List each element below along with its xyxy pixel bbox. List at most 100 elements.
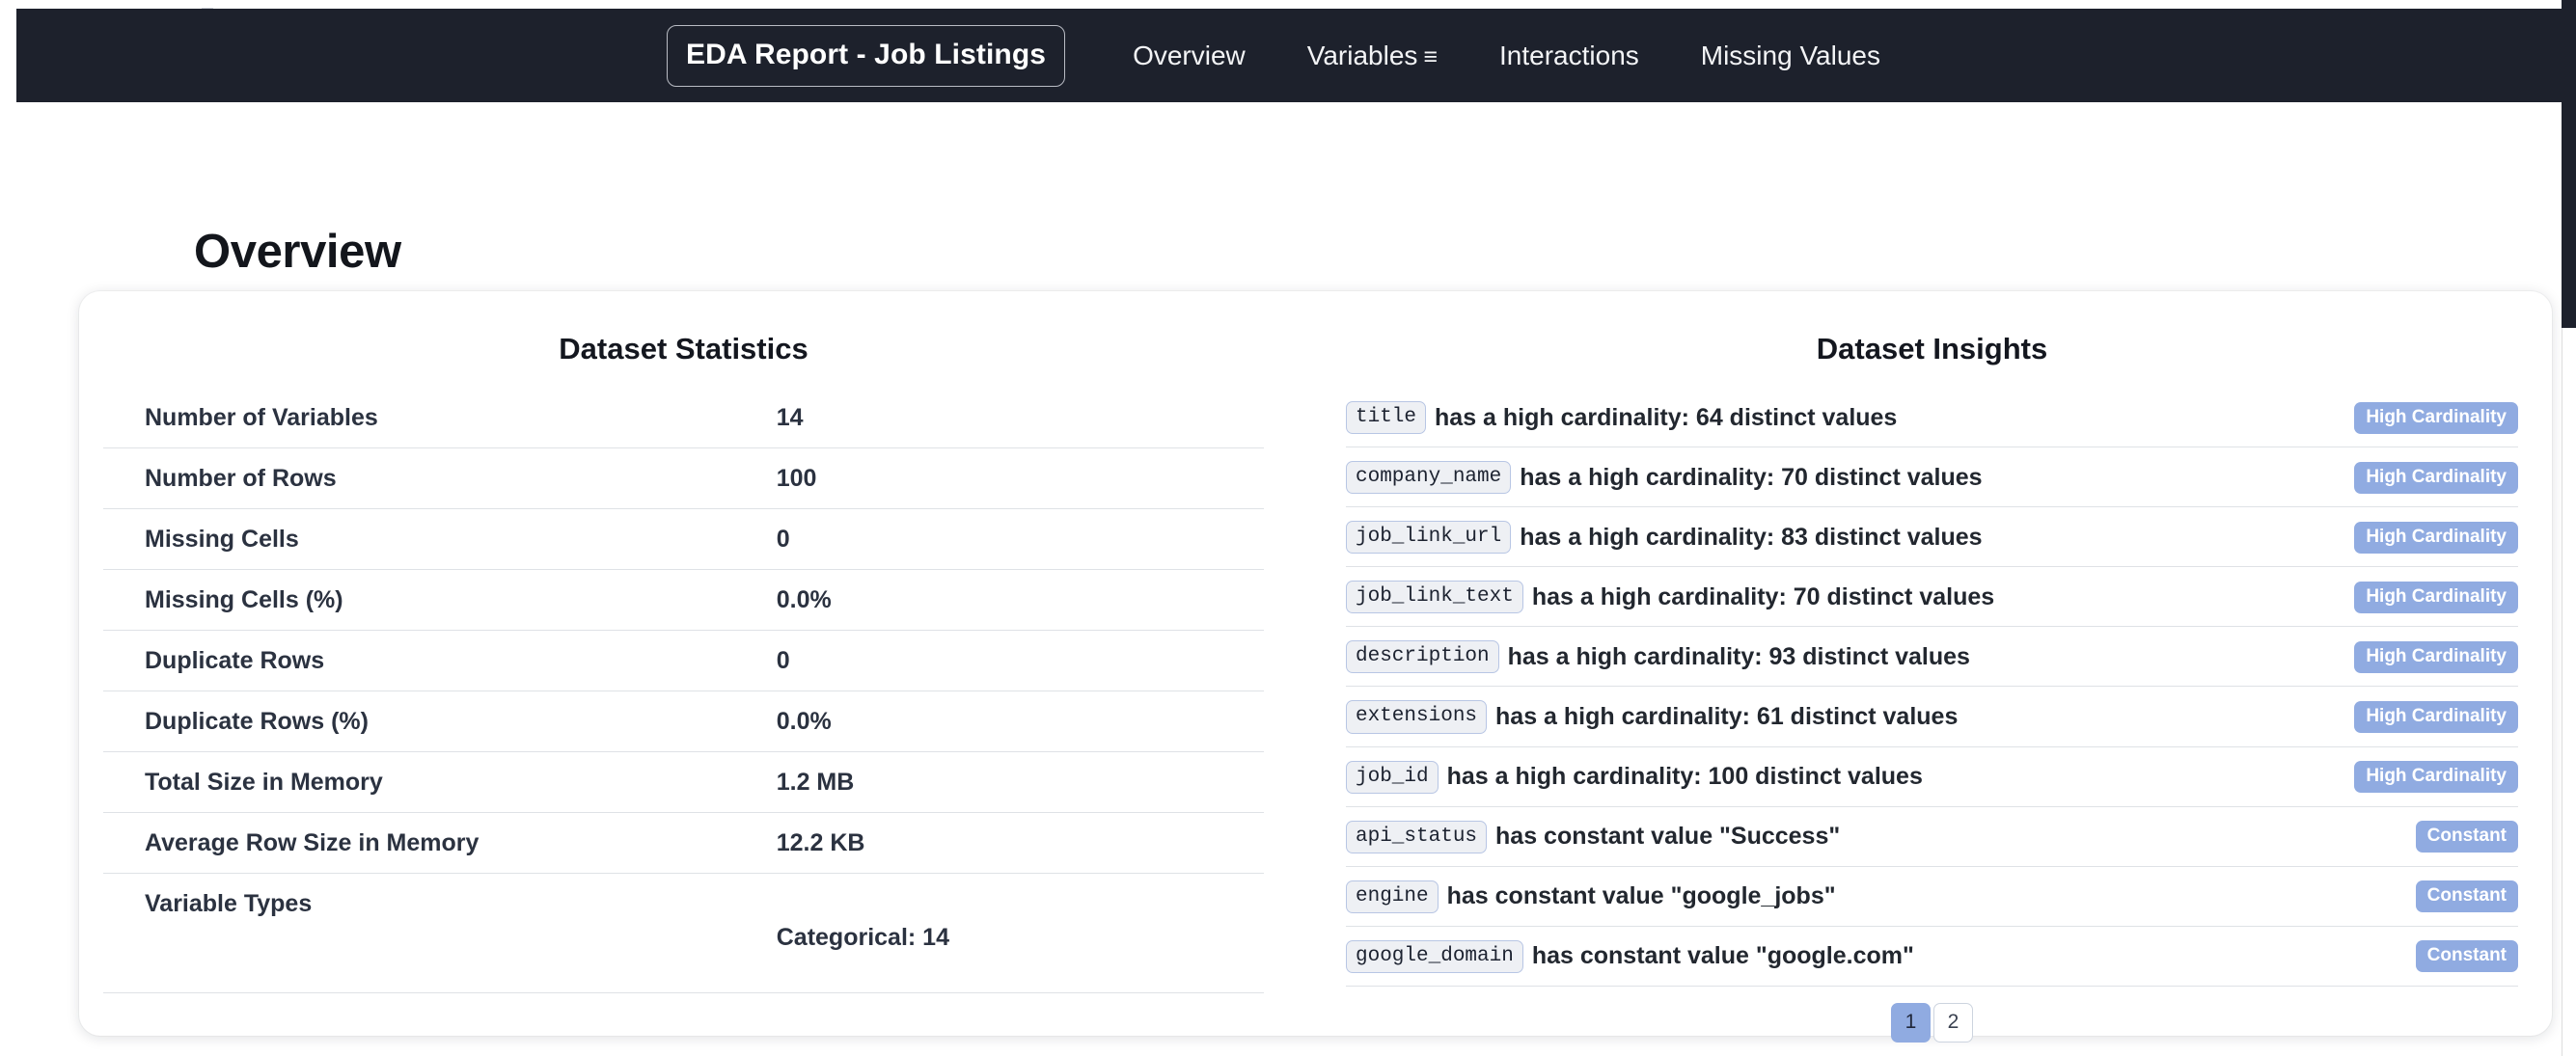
list-item: job_id has a high cardinality: 100 disti… — [1346, 747, 2518, 807]
status-badge: High Cardinality — [2354, 701, 2518, 733]
status-badge: High Cardinality — [2354, 761, 2518, 793]
status-badge: High Cardinality — [2354, 582, 2518, 613]
stat-label: Total Size in Memory — [103, 752, 777, 813]
insight-description: has a high cardinality: 70 distinct valu… — [1520, 464, 1982, 492]
stat-label: Duplicate Rows (%) — [103, 691, 777, 752]
insight-description: has constant value "google_jobs" — [1447, 882, 1836, 910]
variable-name-chip[interactable]: title — [1346, 401, 1426, 434]
variable-name-chip[interactable]: job_link_text — [1346, 581, 1523, 613]
nav-link-interactions-label: Interactions — [1499, 41, 1639, 70]
dataset-statistics-table: Number of Variables 14 Number of Rows 10… — [103, 388, 1264, 993]
pagination-page-2[interactable]: 2 — [1933, 1003, 1973, 1042]
list-item: api_status has constant value "Success" … — [1346, 807, 2518, 867]
overview-card: Dataset Statistics Number of Variables 1… — [79, 291, 2552, 1036]
status-badge: Constant — [2416, 821, 2518, 853]
nav-link-variables[interactable]: Variables≡ — [1276, 31, 1468, 81]
variable-name-chip[interactable]: extensions — [1346, 700, 1487, 733]
stat-value: 1.2 MB — [777, 752, 1264, 813]
pagination-page-1[interactable]: 1 — [1891, 1003, 1931, 1042]
insight-description: has a high cardinality: 100 distinct val… — [1447, 763, 1923, 791]
variable-name-chip[interactable]: company_name — [1346, 461, 1511, 494]
stat-label: Average Row Size in Memory — [103, 813, 777, 874]
insight-text: extensions has a high cardinality: 61 di… — [1346, 700, 2335, 733]
insight-description: has a high cardinality: 83 distinct valu… — [1520, 524, 1982, 552]
dataset-insights-panel: Dataset Insights title has a high cardin… — [1322, 291, 2552, 1036]
table-row: Duplicate Rows (%) 0.0% — [103, 691, 1264, 752]
insight-text: google_domain has constant value "google… — [1346, 940, 2397, 973]
insight-description: has a high cardinality: 70 distinct valu… — [1532, 583, 1994, 611]
navbar: EDA Report - Job Listings Overview Varia… — [16, 9, 2562, 102]
insight-description: has a high cardinality: 93 distinct valu… — [1508, 643, 1970, 671]
variable-name-chip[interactable]: api_status — [1346, 821, 1487, 853]
stat-label: Number of Rows — [103, 448, 777, 509]
dataset-statistics-panel: Dataset Statistics Number of Variables 1… — [79, 291, 1322, 1036]
navbar-items: EDA Report - Job Listings Overview Varia… — [667, 25, 1911, 87]
insight-text: job_id has a high cardinality: 100 disti… — [1346, 761, 2335, 794]
stat-label: Duplicate Rows — [103, 631, 777, 691]
dataset-statistics-body: Number of Variables 14 Number of Rows 10… — [103, 388, 1264, 993]
list-item: job_link_url has a high cardinality: 83 … — [1346, 507, 2518, 567]
table-row: Total Size in Memory 1.2 MB — [103, 752, 1264, 813]
table-row: Missing Cells 0 — [103, 509, 1264, 570]
page-root: EDA Report - Job Listings Overview Varia… — [0, 0, 2576, 1056]
insight-description: has constant value "google.com" — [1532, 942, 1914, 970]
table-row: Missing Cells (%) 0.0% — [103, 570, 1264, 631]
variable-name-chip[interactable]: google_domain — [1346, 940, 1523, 973]
variable-name-chip[interactable]: job_link_url — [1346, 521, 1511, 554]
stat-value: 14 — [777, 388, 1264, 448]
list-item: description has a high cardinality: 93 d… — [1346, 627, 2518, 687]
list-item: title has a high cardinality: 64 distinc… — [1346, 388, 2518, 447]
nav-link-overview-label: Overview — [1133, 41, 1246, 70]
status-badge: Constant — [2416, 940, 2518, 972]
status-badge: Constant — [2416, 880, 2518, 912]
list-item: engine has constant value "google_jobs" … — [1346, 867, 2518, 927]
stat-value: 100 — [777, 448, 1264, 509]
list-item: job_link_text has a high cardinality: 70… — [1346, 567, 2518, 627]
stat-label: Number of Variables — [103, 388, 777, 448]
stat-label: Missing Cells — [103, 509, 777, 570]
insight-description: has a high cardinality: 61 distinct valu… — [1495, 703, 1958, 731]
list-item: google_domain has constant value "google… — [1346, 927, 2518, 987]
list-item: extensions has a high cardinality: 61 di… — [1346, 687, 2518, 746]
hamburger-icon: ≡ — [1423, 43, 1438, 70]
variable-types-label: Variable Types — [103, 874, 777, 925]
status-badge: High Cardinality — [2354, 641, 2518, 673]
vertical-scrollbar-thumb[interactable] — [2562, 0, 2576, 328]
stat-value: 0.0% — [777, 570, 1264, 631]
insight-description: has constant value "Success" — [1495, 823, 1840, 851]
table-row-variable-types-value: Categorical: 14 — [103, 924, 1264, 993]
stat-value: 12.2 KB — [777, 813, 1264, 874]
nav-link-missing-values[interactable]: Missing Values — [1670, 31, 1911, 81]
insight-text: job_link_url has a high cardinality: 83 … — [1346, 521, 2335, 554]
insight-description: has a high cardinality: 64 distinct valu… — [1435, 404, 1897, 432]
insight-text: company_name has a high cardinality: 70 … — [1346, 461, 2335, 494]
page-title: Overview — [194, 225, 401, 279]
dataset-statistics-title: Dataset Statistics — [103, 332, 1264, 366]
table-row-variable-types: Variable Types — [103, 874, 1264, 925]
variable-types-value: Categorical: 14 — [777, 924, 1264, 993]
table-row: Number of Variables 14 — [103, 388, 1264, 448]
insight-text: title has a high cardinality: 64 distinc… — [1346, 401, 2335, 434]
list-item: company_name has a high cardinality: 70 … — [1346, 447, 2518, 507]
variable-name-chip[interactable]: engine — [1346, 880, 1439, 913]
table-row: Number of Rows 100 — [103, 448, 1264, 509]
status-badge: High Cardinality — [2354, 522, 2518, 554]
status-badge: High Cardinality — [2354, 402, 2518, 434]
nav-link-overview[interactable]: Overview — [1102, 31, 1276, 81]
stat-value: 0 — [777, 631, 1264, 691]
variable-name-chip[interactable]: job_id — [1346, 761, 1439, 794]
dataset-insights-title: Dataset Insights — [1346, 332, 2518, 366]
nav-link-missing-values-label: Missing Values — [1701, 41, 1880, 70]
nav-link-interactions[interactable]: Interactions — [1468, 31, 1670, 81]
stat-value: 0 — [777, 509, 1264, 570]
variable-name-chip[interactable]: description — [1346, 640, 1499, 673]
nav-link-variables-label: Variables — [1307, 41, 1418, 70]
stat-value: 0.0% — [777, 691, 1264, 752]
stat-label: Missing Cells (%) — [103, 570, 777, 631]
vertical-scrollbar-track[interactable] — [2562, 0, 2576, 1056]
status-badge: High Cardinality — [2354, 462, 2518, 494]
pagination: 1 2 — [1346, 987, 2518, 1042]
table-row: Duplicate Rows 0 — [103, 631, 1264, 691]
navbar-brand[interactable]: EDA Report - Job Listings — [667, 25, 1065, 87]
variable-types-spacer — [777, 874, 1264, 925]
